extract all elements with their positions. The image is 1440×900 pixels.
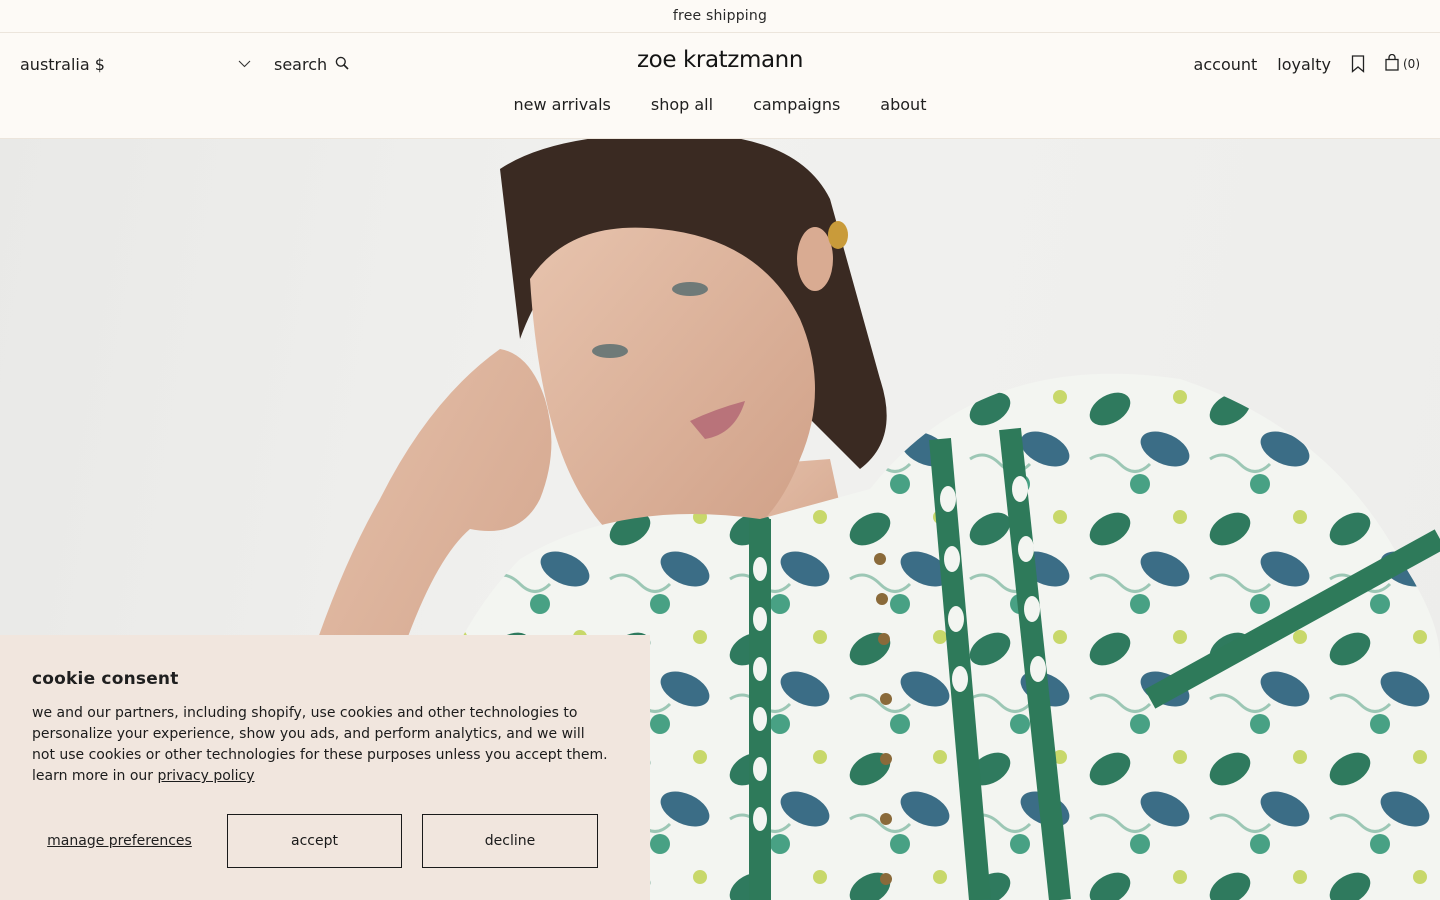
site-header: australia $ search zoe kratzmann account…	[0, 33, 1440, 139]
search-button[interactable]: search	[274, 51, 349, 77]
main-nav: new arrivals shop all campaigns about	[0, 95, 1440, 121]
region-label: australia $	[20, 54, 105, 74]
nav-campaigns[interactable]: campaigns	[753, 95, 840, 121]
chevron-down-icon	[238, 57, 252, 71]
decline-button[interactable]: decline	[422, 814, 598, 868]
search-label: search	[274, 54, 328, 74]
cookie-consent-banner: cookie consent we and our partners, incl…	[0, 635, 650, 900]
accept-button[interactable]: accept	[227, 814, 402, 868]
bookmark-icon[interactable]	[1351, 55, 1365, 73]
utility-nav: account loyalty (0)	[1194, 51, 1420, 77]
cart-button[interactable]: (0)	[1385, 53, 1420, 74]
search-icon	[335, 55, 349, 74]
shopping-bag-icon	[1385, 53, 1399, 74]
region-selector[interactable]: australia $	[20, 51, 252, 77]
nav-new-arrivals[interactable]: new arrivals	[514, 95, 611, 121]
cookie-body: we and our partners, including shopify, …	[32, 703, 612, 787]
site-logo[interactable]: zoe kratzmann	[637, 47, 803, 73]
nav-shop-all[interactable]: shop all	[651, 95, 713, 121]
privacy-policy-link[interactable]: privacy policy	[158, 768, 255, 784]
account-link[interactable]: account	[1194, 55, 1258, 74]
announcement-bar: free shipping	[0, 0, 1440, 33]
announcement-text: free shipping	[672, 8, 768, 24]
cookie-actions: manage preferences accept decline	[32, 814, 598, 868]
cookie-title: cookie consent	[32, 669, 179, 689]
loyalty-link[interactable]: loyalty	[1277, 55, 1331, 74]
manage-preferences-link[interactable]: manage preferences	[32, 832, 207, 851]
cart-count: (0)	[1403, 57, 1420, 71]
cookie-body-text: we and our partners, including shopify, …	[32, 705, 608, 784]
nav-about[interactable]: about	[880, 95, 926, 121]
